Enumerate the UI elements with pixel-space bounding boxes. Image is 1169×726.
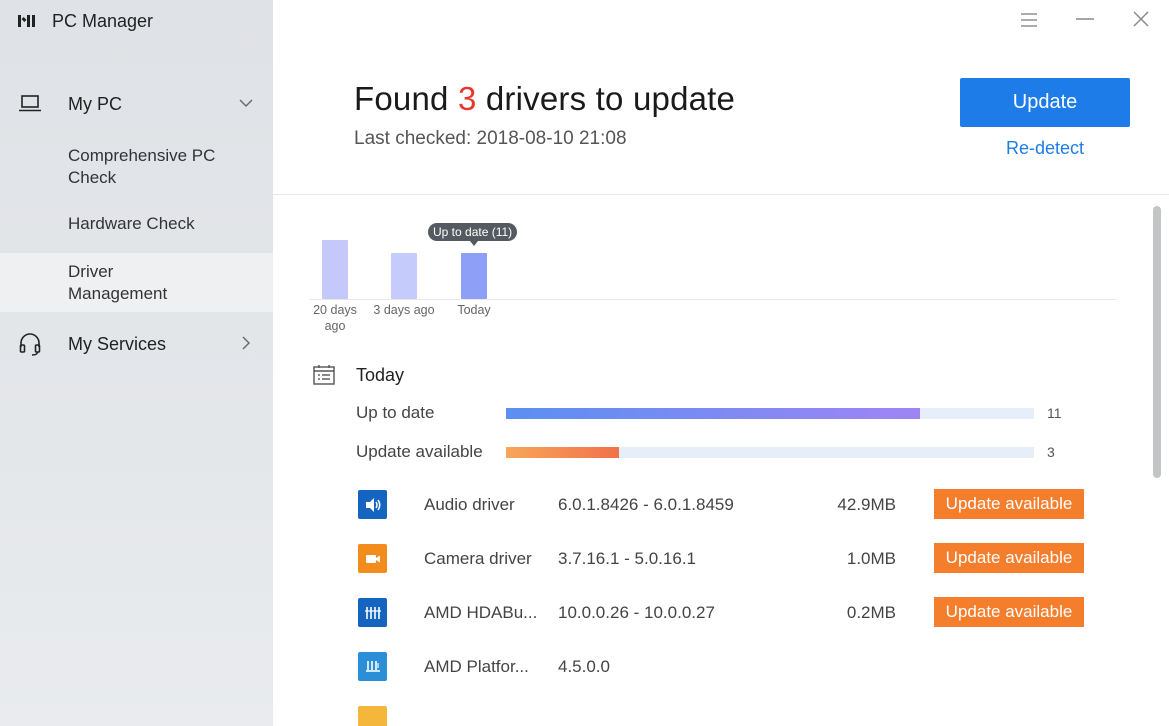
minimize-icon[interactable] [1071, 8, 1099, 32]
update-available-badge[interactable]: Update available [934, 597, 1084, 627]
driver-row[interactable]: Camera driver 3.7.16.1 - 5.0.16.1 1.0MB … [356, 539, 1096, 579]
chip-icon [358, 652, 387, 681]
headset-icon [19, 333, 41, 356]
stat-bar-update-available [506, 447, 1034, 458]
driver-size: 0.2MB [846, 603, 896, 622]
driver-version: 3.7.16.1 - 5.0.16.1 [558, 549, 696, 568]
history-tooltip: Up to date (11) [428, 223, 518, 241]
chevron-right-icon [242, 336, 250, 350]
driver-name: AMD Platfor... [424, 657, 529, 676]
history-baseline [310, 299, 1116, 300]
driver-row[interactable]: AMD Platfor... 4.5.0.0 [356, 647, 1096, 687]
driver-row[interactable]: Audio driver 6.0.1.8426 - 6.0.1.8459 42.… [356, 485, 1096, 525]
sidebar: PC Manager My PC Comprehensive PC Check … [0, 0, 273, 726]
section-title: Today [356, 365, 405, 385]
title-prefix: Found [354, 80, 458, 117]
menu-icon[interactable] [1015, 8, 1043, 32]
camera-icon [358, 544, 387, 573]
history-bar-label: Today [457, 303, 491, 317]
sidebar-item-hardware-check[interactable]: Hardware Check [0, 213, 273, 237]
app-title: PC Manager [52, 10, 154, 31]
driver-name: AMD HDABu... [424, 603, 538, 622]
chevron-down-icon [239, 99, 253, 107]
header-divider [273, 194, 1169, 195]
last-checked: Last checked: 2018-08-10 21:08 [354, 128, 627, 149]
sidebar-item-label: Driver Management [68, 262, 168, 303]
brand: PC Manager [18, 10, 153, 32]
pc-manager-logo-icon [18, 12, 38, 30]
stat-count-update-available: 3 [1047, 444, 1055, 460]
stat-bar-fill [506, 408, 921, 419]
driver-size: 42.9MB [837, 495, 896, 514]
driver-count: 3 [457, 80, 477, 117]
bus-icon [358, 598, 387, 627]
update-button[interactable]: Update [960, 78, 1130, 127]
stat-count-up-to-date: 11 [1047, 405, 1062, 421]
driver-size: 1.0MB [846, 549, 896, 568]
history-tooltip-pointer [470, 241, 478, 246]
driver-row[interactable]: AMD HDABu... 10.0.0.26 - 10.0.0.27 0.2MB… [356, 593, 1096, 633]
driver-icon [358, 706, 387, 726]
update-available-badge[interactable]: Update available [934, 543, 1084, 573]
driver-version: 10.0.0.26 - 10.0.0.27 [558, 603, 715, 622]
speaker-icon [358, 490, 387, 519]
history-bar-label: 20 days ago [313, 303, 357, 333]
sidebar-item-label: Hardware Check [68, 214, 195, 233]
history-bar[interactable] [322, 240, 348, 299]
laptop-icon [19, 95, 41, 112]
nav-my-pc-label: My PC [68, 93, 122, 114]
stat-bar-fill [506, 447, 619, 458]
driver-version: 4.5.0.0 [558, 657, 610, 676]
update-available-badge[interactable]: Update available [934, 489, 1084, 519]
stat-bar-up-to-date [506, 408, 1034, 419]
page-title: Found 3 drivers to update [354, 80, 735, 118]
history-bar[interactable] [461, 252, 487, 299]
stat-label-up-to-date: Up to date [356, 403, 435, 422]
nav-my-services[interactable]: My Services [0, 324, 273, 364]
close-icon[interactable] [1127, 8, 1155, 32]
history-bar[interactable] [391, 252, 417, 299]
scrollbar-thumb[interactable] [1153, 206, 1161, 478]
sidebar-item-comprehensive-pc-check[interactable]: Comprehensive PC Check [0, 144, 273, 192]
driver-version: 6.0.1.8426 - 6.0.1.8459 [558, 495, 734, 514]
nav-my-pc[interactable]: My PC [0, 84, 273, 124]
title-suffix: drivers to update [476, 80, 736, 117]
driver-name: Camera driver [424, 549, 532, 568]
driver-name: Audio driver [424, 495, 515, 514]
driver-row-partial [356, 701, 1096, 726]
calendar-icon [313, 365, 335, 385]
sidebar-item-label: Comprehensive PC Check [68, 146, 216, 187]
stat-label-update-available: Update available [356, 442, 483, 461]
sidebar-item-driver-management[interactable]: Driver Management [0, 253, 273, 312]
nav-my-services-label: My Services [68, 333, 167, 354]
redetect-link[interactable]: Re-detect [960, 138, 1130, 159]
history-bar-label: 3 days ago [373, 303, 435, 317]
